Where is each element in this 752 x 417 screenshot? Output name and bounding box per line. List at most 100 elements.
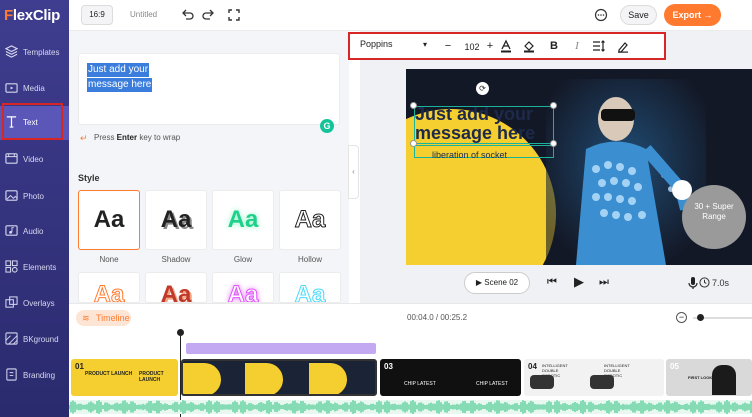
selected-text-line[interactable]: message here — [87, 78, 153, 92]
flexclip-logo[interactable]: FlexClip — [4, 7, 60, 24]
audio-waveform[interactable] — [69, 400, 752, 414]
text-toolbar: Poppins ▾ − 102 + B I — [348, 32, 666, 60]
style-outline-orange-card[interactable]: Aa — [78, 272, 140, 303]
video-icon — [5, 153, 18, 164]
sidebar-item-templates[interactable]: Templates — [0, 36, 69, 70]
style-retro-card[interactable]: Aa — [145, 272, 207, 303]
style-none-card[interactable]: Aa — [78, 190, 140, 250]
fullscreen-icon[interactable] — [227, 8, 241, 22]
sidebar-item-elements[interactable]: Elements — [0, 251, 69, 285]
sidebar-item-label: Templates — [23, 48, 60, 57]
collapse-panel-button[interactable]: ‹ — [348, 145, 359, 199]
play-icon[interactable]: ▶ — [574, 274, 584, 290]
sidebar-item-media[interactable]: Media — [0, 72, 69, 106]
redo-icon[interactable] — [202, 8, 216, 22]
timeline-clip[interactable]: 05 FIRST LOOK — [666, 359, 752, 396]
sidebar-item-label: Overlays — [23, 299, 55, 308]
line-spacing-icon[interactable] — [592, 39, 606, 53]
save-button[interactable]: Save — [620, 5, 657, 25]
style-section-title: Style — [78, 173, 100, 183]
video-canvas[interactable]: Just add your message here liberation of … — [406, 69, 752, 265]
subtitle-text[interactable]: liberation of socket — [432, 150, 507, 160]
selected-text-line[interactable]: Just add your — [87, 63, 150, 77]
sidebar-item-label: Photo — [23, 192, 44, 201]
export-button[interactable]: Export → — [664, 4, 721, 26]
photo-icon — [5, 190, 18, 201]
font-select[interactable]: Poppins — [360, 39, 393, 49]
font-size-decrease-button[interactable]: − — [439, 37, 457, 55]
overlays-icon — [5, 296, 18, 308]
style-shadow-card[interactable]: Aa — [145, 190, 207, 250]
timeline-clip[interactable]: 03 CHIP LATEST CHIP LATEST — [380, 359, 521, 396]
resize-handle[interactable] — [410, 140, 417, 147]
chat-icon[interactable] — [594, 8, 608, 22]
style-hollow-card[interactable]: Aa — [279, 190, 341, 250]
undo-icon[interactable] — [180, 8, 194, 22]
sidebar-item-audio[interactable]: Audio — [0, 215, 69, 249]
bold-icon[interactable]: B — [545, 37, 563, 55]
next-icon[interactable]: ⏭ — [599, 276, 609, 289]
timeline: ≋ Timeline 00:04.0 / 00:25.2 − 01 PRODUC… — [69, 303, 752, 417]
playback-bar: ▶ Scene 02 ⏮ ▶ ⏭ 7.0s — [406, 268, 752, 300]
text-selection-box[interactable] — [414, 106, 554, 144]
resize-handle[interactable] — [550, 140, 557, 147]
wrap-hint: Press Enter key to wrap — [94, 133, 181, 142]
chevron-down-icon[interactable]: ▾ — [423, 40, 427, 49]
text-color-icon[interactable] — [499, 39, 513, 53]
style-outline-blue-card[interactable]: Aa — [279, 272, 341, 303]
timeline-clip[interactable]: 04 INTELLIGENT DOUBLE ROBOTIC INTELLIGEN… — [524, 359, 664, 396]
decorative-dot — [672, 180, 692, 200]
music-icon — [5, 225, 18, 236]
italic-icon[interactable]: I — [568, 37, 586, 55]
style-label: None — [99, 255, 119, 264]
person-vr-image — [546, 79, 706, 265]
rotate-icon[interactable]: ⟳ — [476, 82, 489, 95]
timeline-clip[interactable]: 01 PRODUCT LAUNCH PRODUCT LAUNCH — [71, 359, 178, 396]
font-size-increase-button[interactable]: + — [481, 37, 499, 55]
enter-key-icon: ↵ — [80, 133, 88, 143]
timeline-toggle-button[interactable]: ≋ Timeline — [76, 310, 131, 326]
style-neon-card[interactable]: Aa — [212, 272, 274, 303]
sidebar-item-overlays[interactable]: Overlays — [0, 287, 69, 321]
sidebar-item-label: Media — [23, 84, 45, 93]
scene-play-button[interactable]: ▶ Scene 02 — [464, 272, 530, 294]
microphone-icon[interactable] — [687, 276, 699, 290]
style-glow-card[interactable]: Aa — [212, 190, 274, 250]
sidebar-item-branding[interactable]: Branding — [0, 359, 69, 393]
elements-icon — [5, 260, 18, 273]
resize-handle[interactable] — [410, 102, 417, 109]
text-panel: Just add your message here G ↵ Press Ent… — [69, 31, 349, 303]
style-label: Hollow — [297, 255, 322, 264]
range-badge: 30 + Super Range — [682, 185, 746, 249]
highlight-fill-icon[interactable] — [522, 39, 536, 53]
text-layer-track[interactable] — [186, 343, 376, 354]
layers-icon — [5, 45, 18, 58]
text-editor[interactable]: Just add your message here G — [78, 53, 340, 133]
sidebar-item-photo[interactable]: Photo — [0, 180, 69, 214]
timeline-clip-selected[interactable]: 02 — [181, 359, 377, 396]
sidebar-item-label: Audio — [23, 227, 44, 236]
project-title[interactable]: Untitled — [130, 10, 157, 19]
sidebar: FlexClip Templates Media Text Video Phot… — [0, 0, 69, 417]
resize-handle[interactable] — [550, 102, 557, 109]
scene-duration[interactable]: 7.0s — [712, 278, 729, 288]
sidebar-item-label: Video — [23, 155, 44, 164]
aspect-ratio-button[interactable]: 16:9 — [81, 5, 113, 25]
sidebar-item-label: Branding — [23, 371, 56, 380]
sidebar-item-video[interactable]: Video — [0, 143, 69, 177]
background-icon — [5, 332, 18, 345]
format-painter-icon[interactable] — [616, 39, 630, 53]
sidebar-item-bkground[interactable]: BKground — [0, 323, 69, 357]
active-item-highlight — [2, 103, 63, 140]
top-bar: 16:9 Untitled Save Export → — [69, 0, 752, 31]
zoom-out-icon[interactable]: − — [676, 312, 687, 323]
previous-icon[interactable]: ⏮ — [547, 276, 557, 289]
grammarly-icon[interactable]: G — [320, 119, 334, 133]
chevron-left-icon: ‹ — [352, 167, 355, 176]
sidebar-item-label: Elements — [23, 263, 57, 272]
sidebar-item-label: BKground — [23, 335, 59, 344]
folder-icon — [5, 83, 18, 93]
style-label: Shadow — [161, 255, 191, 264]
branding-icon — [6, 368, 17, 381]
zoom-slider-knob[interactable] — [697, 314, 704, 321]
